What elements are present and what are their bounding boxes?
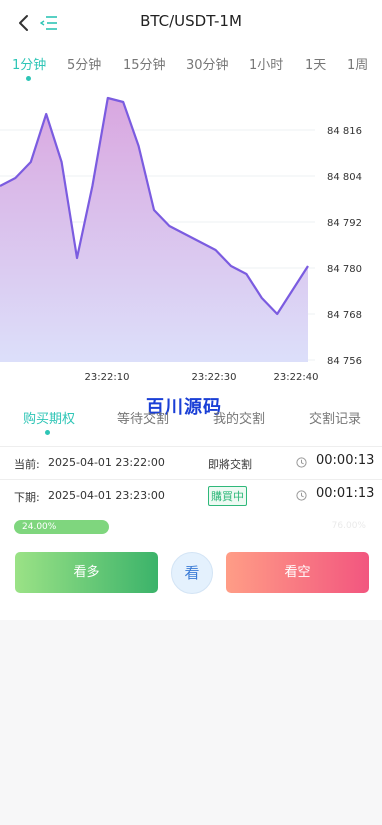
tab-waiting-settlement[interactable]: 等待交割 [117,408,169,427]
next-period-row: 下期: 2025-04-01 23:23:00 購買中 00:01:13 [0,481,382,511]
header: BTC/USDT-1M [0,0,382,44]
price-tick-label: 84 768 [327,310,362,321]
price-tick-label: 84 804 [327,172,362,183]
next-status-badge: 購買中 [208,486,247,506]
time-tick-label: 23:22:10 [85,372,130,382]
buy-long-button[interactable]: 看多 [15,552,158,593]
tab-1hour[interactable]: 1小时 [249,54,283,73]
current-period-row: 当前: 2025-04-01 23:22:00 即將交割 00:00:13 [0,448,382,478]
interval-tabs: 1分钟 5分钟 15分钟 30分钟 1小时 1天 1周 [0,50,382,86]
price-chart[interactable]: 84 816 84 804 84 792 84 780 84 768 84 756 23:… [0,90,382,382]
price-tick-label: 84 816 [327,126,362,137]
buy-sell-ratio-bar: 24.00% 76.00% [14,520,366,534]
tab-1week[interactable]: 1周 [347,54,368,73]
price-area [0,98,308,362]
tab-1day[interactable]: 1天 [305,54,326,73]
time-tick-label: 23:22:30 [192,372,237,382]
view-button[interactable]: 看 [171,552,213,594]
price-tick-label: 84 780 [327,264,362,275]
current-status: 即將交割 [208,458,252,471]
order-tabs: 购买期权 等待交割 我的交割 交割记录 [0,400,382,436]
price-tick-label: 84 756 [327,356,362,367]
buy-ratio-fill: 24.00% [14,520,109,534]
active-tab-indicator [26,76,31,81]
next-label: 下期: [14,491,40,504]
clock-icon [296,490,307,501]
current-countdown: 00:00:13 [316,453,375,468]
price-tick-label: 84 792 [327,218,362,229]
tab-my-settlements[interactable]: 我的交割 [213,408,265,427]
tab-30min[interactable]: 30分钟 [186,54,229,73]
tab-5min[interactable]: 5分钟 [67,54,101,73]
sell-short-button[interactable]: 看空 [226,552,369,593]
sell-ratio-label: 76.00% [331,521,366,531]
divider [0,479,382,480]
clock-icon [296,457,307,468]
tab-buy-option[interactable]: 购买期权 [23,408,75,427]
tab-15min[interactable]: 15分钟 [123,54,166,73]
page-title: BTC/USDT-1M [140,12,242,30]
tab-1min[interactable]: 1分钟 [12,54,46,73]
divider [0,446,382,447]
current-label: 当前: [14,458,40,471]
next-time: 2025-04-01 23:23:00 [48,489,165,502]
active-order-tab-indicator [45,430,50,435]
time-tick-label: 23:22:40 [274,372,319,382]
current-time: 2025-04-01 23:22:00 [48,456,165,469]
tab-settlement-records[interactable]: 交割记录 [309,408,361,427]
next-countdown: 00:01:13 [316,486,375,501]
